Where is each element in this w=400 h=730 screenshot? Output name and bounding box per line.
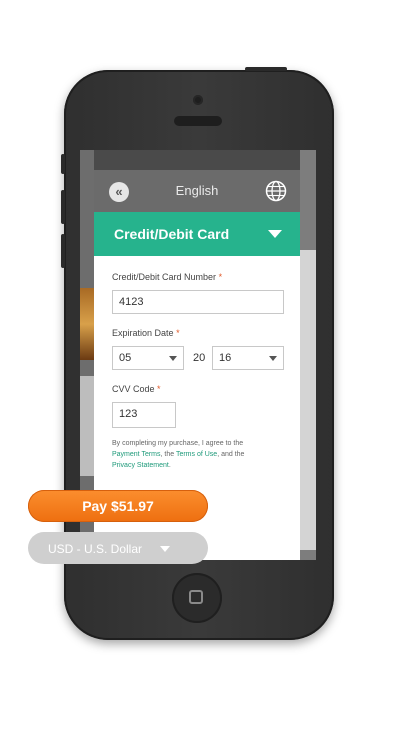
- volume-down-button: [61, 234, 65, 268]
- volume-up-button: [61, 190, 65, 224]
- camera-icon: [193, 95, 203, 105]
- chevron-down-icon: [169, 356, 177, 361]
- terms-text: .: [168, 462, 171, 469]
- terms-text: , and the: [217, 451, 245, 458]
- cvv-value: 123: [119, 408, 138, 420]
- background-panel: [300, 250, 316, 550]
- required-mark: *: [176, 328, 180, 338]
- home-button[interactable]: [172, 573, 222, 623]
- payment-terms-link[interactable]: Payment Terms: [112, 451, 161, 458]
- caret-down-icon[interactable]: [268, 230, 282, 238]
- required-mark: *: [157, 384, 161, 394]
- pay-button[interactable]: Pay $51.97: [28, 490, 208, 522]
- modal-header: « English: [94, 170, 300, 212]
- background-page-right: [300, 150, 316, 560]
- expiration-year-value: 16: [219, 352, 232, 364]
- expiration-year-select[interactable]: 16: [212, 346, 284, 370]
- expiration-month-value: 05: [119, 352, 132, 364]
- chevron-down-icon: [269, 356, 277, 361]
- expiration-label-text: Expiration Date: [112, 328, 174, 338]
- terms-text: , the: [160, 451, 175, 458]
- cvv-field[interactable]: 123: [112, 402, 176, 428]
- cvv-label-text: CVV Code: [112, 384, 155, 394]
- card-number-label: Credit/Debit Card Number *: [112, 272, 222, 282]
- card-number-value: 4123: [119, 296, 144, 308]
- speaker-grille: [174, 116, 222, 126]
- chevron-down-icon: [160, 546, 170, 552]
- home-square-icon: [189, 590, 203, 604]
- card-number-field[interactable]: 4123: [112, 290, 284, 314]
- privacy-statement-link[interactable]: Privacy Statement: [112, 462, 169, 469]
- payment-method-title: Credit/Debit Card: [114, 226, 230, 242]
- cvv-label: CVV Code *: [112, 384, 161, 394]
- card-number-label-text: Credit/Debit Card Number: [112, 272, 217, 282]
- background-image: [80, 288, 94, 360]
- expiration-month-select[interactable]: 05: [112, 346, 184, 370]
- mute-switch: [61, 154, 65, 174]
- expiration-label: Expiration Date *: [112, 328, 180, 338]
- currency-label: USD - U.S. Dollar: [48, 542, 143, 556]
- terms-notice: By completing my purchase, I agree to th…: [112, 438, 288, 471]
- required-mark: *: [218, 272, 223, 282]
- background-strip: [80, 376, 94, 476]
- terms-text: By completing my purchase, I agree to th…: [112, 440, 244, 447]
- expiration-year-prefix: 20: [193, 352, 206, 364]
- globe-icon[interactable]: [265, 180, 287, 202]
- payment-method-header[interactable]: Credit/Debit Card: [94, 212, 300, 256]
- power-button: [245, 67, 287, 71]
- terms-of-use-link[interactable]: Terms of Use: [176, 451, 217, 458]
- currency-select[interactable]: USD - U.S. Dollar: [28, 532, 208, 564]
